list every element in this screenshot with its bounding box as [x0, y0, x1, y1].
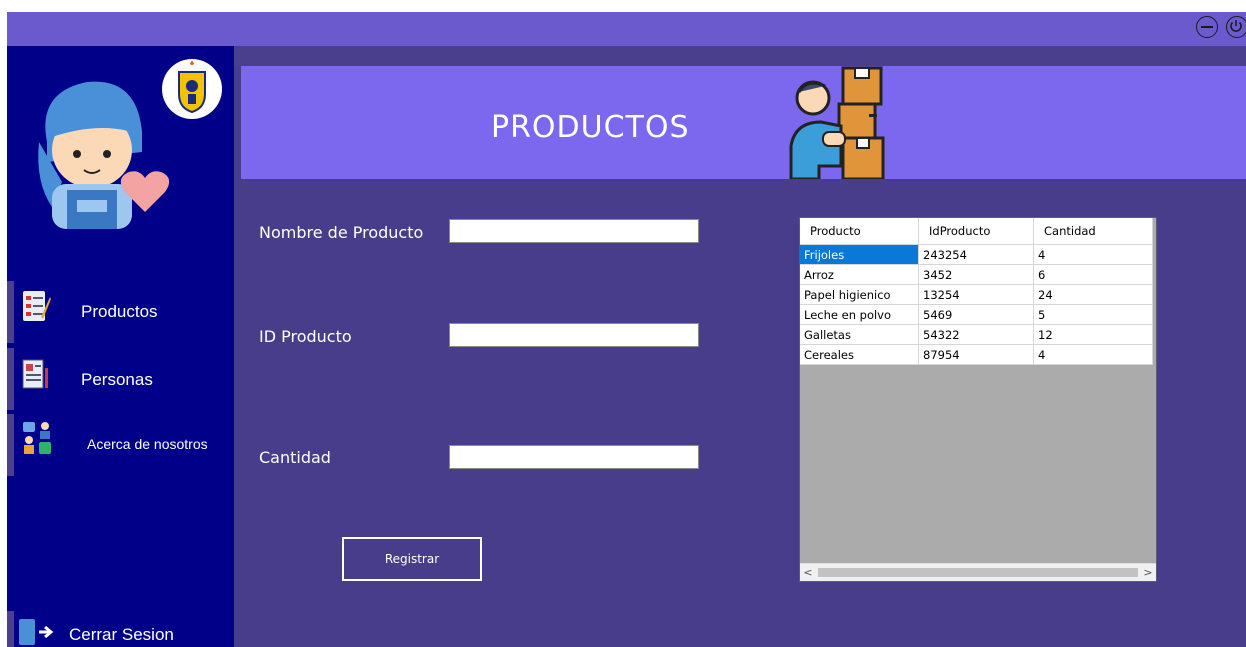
- table-cell[interactable]: Arroz: [800, 264, 919, 285]
- registrar-button[interactable]: Registrar: [342, 537, 482, 581]
- title-bar: [7, 12, 1246, 46]
- nav-marker: [7, 611, 14, 647]
- id-producto-label: ID Producto: [259, 327, 352, 346]
- sidebar-item-acerca[interactable]: Acerca de nosotros: [7, 414, 234, 476]
- table-row[interactable]: Cereales 87954 4: [800, 344, 1153, 365]
- main-top-strip: [234, 46, 1246, 66]
- minimize-icon[interactable]: [1196, 16, 1218, 38]
- logout-icon: [19, 619, 54, 645]
- column-header-cantidad[interactable]: Cantidad: [1033, 218, 1153, 245]
- cantidad-input[interactable]: [449, 445, 699, 469]
- table-cell[interactable]: 12: [1033, 324, 1153, 345]
- table-cell[interactable]: 87954: [918, 344, 1034, 365]
- table-cell[interactable]: Frijoles: [800, 244, 919, 265]
- page-title: PRODUCTOS: [491, 110, 690, 145]
- id-card-icon: [22, 359, 48, 389]
- page-banner: PRODUCTOS: [241, 66, 1246, 179]
- table-cell[interactable]: 243254: [918, 244, 1034, 265]
- table-row[interactable]: Leche en polvo 5469 5: [800, 304, 1153, 325]
- table-cell[interactable]: 5469: [918, 304, 1034, 325]
- table-row[interactable]: Arroz 3452 6: [800, 264, 1153, 285]
- table-row[interactable]: Galletas 54322 12: [800, 324, 1153, 345]
- column-header-producto[interactable]: Producto: [800, 218, 919, 245]
- horizontal-scrollbar[interactable]: < >: [800, 563, 1156, 581]
- table-header-row: Producto IdProducto Cantidad: [800, 218, 1153, 245]
- power-icon[interactable]: [1226, 16, 1246, 38]
- column-header-idproducto[interactable]: IdProducto: [918, 218, 1034, 245]
- sidebar-item-label: Personas: [81, 370, 153, 389]
- scroll-right-arrow[interactable]: >: [1140, 564, 1156, 581]
- table-cell[interactable]: Papel higienico: [800, 284, 919, 305]
- sidebar-item-personas[interactable]: Personas: [7, 348, 234, 410]
- table-row[interactable]: Frijoles 243254 4: [800, 244, 1153, 265]
- sidebar-item-productos[interactable]: Productos: [7, 281, 234, 343]
- table-cell[interactable]: 4: [1033, 344, 1153, 365]
- nav-marker: [7, 281, 14, 343]
- nombre-producto-input[interactable]: [449, 219, 699, 243]
- cantidad-label: Cantidad: [259, 448, 331, 467]
- table-row[interactable]: Papel higienico 13254 24: [800, 284, 1153, 305]
- delivery-person-icon: [789, 66, 885, 179]
- checklist-icon: [23, 291, 51, 321]
- scroll-left-arrow[interactable]: <: [800, 564, 816, 581]
- table-cell[interactable]: 3452: [918, 264, 1034, 285]
- nav-marker: [7, 414, 14, 476]
- table-cell[interactable]: Galletas: [800, 324, 919, 345]
- table-cell[interactable]: 5: [1033, 304, 1153, 325]
- scroll-thumb[interactable]: [818, 568, 1138, 577]
- table-cell[interactable]: 54322: [918, 324, 1034, 345]
- sidebar-item-label: Acerca de nosotros: [87, 436, 208, 452]
- products-table-grid: Producto IdProducto Cantidad Frijoles 24…: [800, 218, 1153, 365]
- sidebar-item-label: Productos: [81, 302, 158, 321]
- table-cell[interactable]: 4: [1033, 244, 1153, 265]
- logout-label: Cerrar Sesion: [69, 625, 174, 644]
- table-cell[interactable]: 24: [1033, 284, 1153, 305]
- products-table[interactable]: Producto IdProducto Cantidad Frijoles 24…: [799, 217, 1157, 582]
- university-logo: [162, 59, 222, 119]
- nav-marker: [7, 348, 14, 410]
- table-cell[interactable]: Leche en polvo: [800, 304, 919, 325]
- table-cell[interactable]: 13254: [918, 284, 1034, 305]
- logout-button[interactable]: Cerrar Sesion: [7, 611, 234, 647]
- nombre-label: Nombre de Producto: [259, 223, 424, 242]
- id-producto-input[interactable]: [449, 323, 699, 347]
- table-cell[interactable]: 6: [1033, 264, 1153, 285]
- sidebar: Productos Personas Acerca de nosotros Ce…: [7, 46, 241, 647]
- main-panel: PRODUCTOS Nombre de Producto ID Producto…: [234, 46, 1246, 647]
- team-icon: [23, 422, 51, 454]
- table-cell[interactable]: Cereales: [800, 344, 919, 365]
